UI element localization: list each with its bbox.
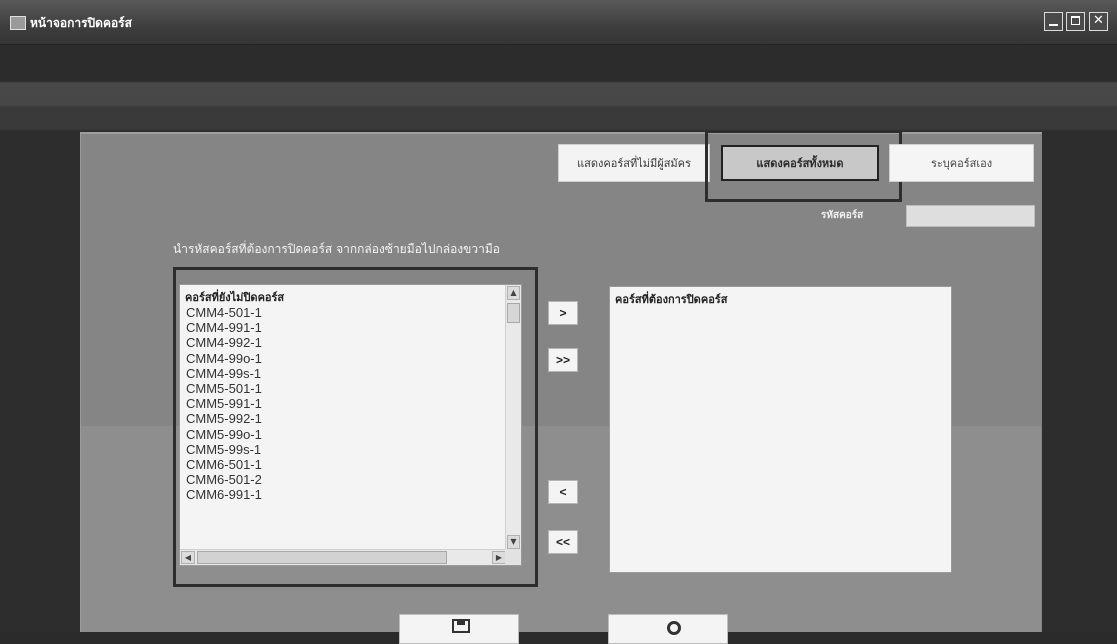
instruction-text: นำรหัสคอร์สที่ต้องการปิดคอร์ส จากกล่องซ้… [173, 242, 500, 256]
list-item[interactable]: CMM5-99s-1 [186, 442, 262, 457]
scrollbar-corner [505, 549, 521, 565]
horizontal-scroll-thumb[interactable] [197, 551, 447, 564]
list-item[interactable]: CMM4-991-1 [186, 320, 262, 335]
scroll-right-icon[interactable]: ▶ [492, 551, 506, 564]
course-code-input[interactable] [906, 205, 1035, 227]
specify-course-button[interactable]: ระบุคอร์สเอง [889, 144, 1034, 182]
horizontal-scrollbar[interactable]: ◀ ▶ [180, 549, 507, 565]
list-item[interactable]: CMM5-99o-1 [186, 427, 262, 442]
list-item[interactable]: CMM5-991-1 [186, 396, 262, 411]
scroll-up-icon[interactable]: ▲ [507, 286, 520, 300]
open-courses-items: CMM4-501-1 CMM4-991-1 CMM4-992-1 CMM4-99… [186, 305, 262, 502]
cancel-icon [667, 621, 681, 635]
remove-course-button[interactable]: < [548, 480, 578, 504]
title-bar: หน้าจอการปิดคอร์ส ✕ [0, 0, 1117, 45]
maximize-icon [1071, 16, 1080, 25]
scroll-down-icon[interactable]: ▼ [507, 535, 520, 549]
list-item[interactable]: CMM4-501-1 [186, 305, 262, 320]
list-item[interactable]: CMM6-501-2 [186, 472, 262, 487]
courses-to-close-header: คอร์สที่ต้องการปิดคอร์ส [615, 293, 728, 306]
list-item[interactable]: CMM4-99s-1 [186, 366, 262, 381]
course-code-label: รหัสคอร์ส [821, 210, 864, 221]
list-item[interactable]: CMM6-991-1 [186, 487, 262, 502]
minimize-button[interactable] [1044, 12, 1063, 31]
close-button[interactable]: ✕ [1089, 12, 1108, 31]
list-item[interactable]: CMM6-501-1 [186, 457, 262, 472]
specify-course-label: ระบุคอร์สเอง [930, 157, 993, 170]
vertical-scrollbar[interactable]: ▲ ▼ [505, 285, 521, 550]
list-item[interactable]: CMM4-99o-1 [186, 351, 262, 366]
show-unassigned-courses-label: แสดงคอร์สที่ไม่มีผู้สมัคร [577, 157, 691, 170]
scroll-left-icon[interactable]: ◀ [181, 551, 195, 564]
show-unassigned-courses-button[interactable]: แสดงคอร์สที่ไม่มีผู้สมัคร [558, 144, 710, 182]
save-icon [452, 619, 470, 633]
remove-all-courses-button[interactable]: << [548, 530, 578, 554]
cancel-button[interactable] [608, 614, 728, 644]
list-item[interactable]: CMM5-992-1 [186, 411, 262, 426]
close-icon: ✕ [1093, 13, 1104, 28]
add-course-button[interactable]: > [548, 301, 578, 325]
open-courses-header: คอร์สที่ยังไม่ปิดคอร์ส [185, 291, 285, 304]
scroll-thumb[interactable] [507, 303, 520, 323]
open-courses-listbox[interactable]: คอร์สที่ยังไม่ปิดคอร์ส CMM4-501-1 CMM4-9… [179, 284, 522, 566]
maximize-button[interactable] [1066, 12, 1085, 31]
show-all-courses-button[interactable]: แสดงคอร์สทั้งหมด [721, 145, 879, 181]
courses-to-close-listbox[interactable]: คอร์สที่ต้องการปิดคอร์ส [609, 286, 952, 573]
main-panel: แสดงคอร์สที่ไม่มีผู้สมัคร แสดงคอร์สทั้งห… [80, 130, 1042, 644]
window-title: หน้าจอการปิดคอร์ส [30, 16, 132, 30]
add-all-courses-button[interactable]: >> [548, 348, 578, 372]
list-item[interactable]: CMM4-992-1 [186, 335, 262, 350]
show-all-courses-label: แสดงคอร์สทั้งหมด [756, 157, 844, 170]
minimize-icon [1049, 24, 1058, 26]
app-icon [10, 16, 26, 30]
save-button[interactable] [399, 614, 519, 644]
list-item[interactable]: CMM5-501-1 [186, 381, 262, 396]
